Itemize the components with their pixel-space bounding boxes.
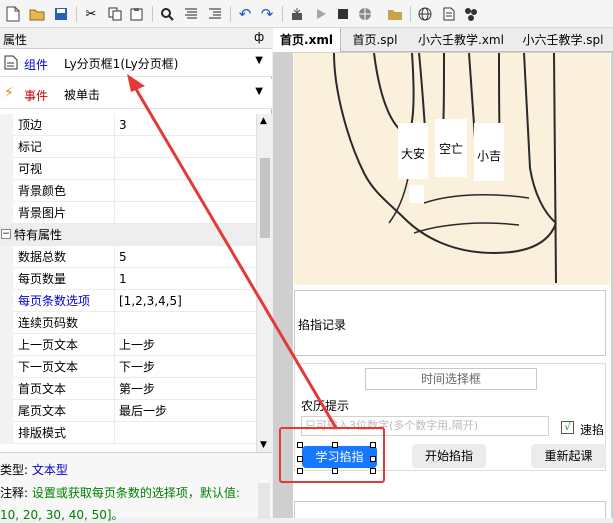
description-panel: 类型: 文本型 注释: 设置或获取每页条数的选择项，默认值: 10, 20, 3… (0, 452, 272, 522)
event-label: 事件 (24, 89, 49, 103)
bottom-box (294, 501, 606, 518)
paste-icon[interactable] (128, 5, 146, 23)
tab-lesson-spl[interactable]: 小六壬教学.spl (515, 28, 611, 52)
palm-label-xiaoji: 小吉 (474, 123, 504, 181)
component-icon[interactable] (462, 5, 480, 23)
start-button[interactable]: 开始掐指 (412, 444, 486, 468)
property-row[interactable]: 顶边 3 (0, 114, 256, 136)
globe-debug-icon[interactable] (356, 5, 374, 23)
properties-title: 属性 (3, 33, 28, 47)
run-icon[interactable] (312, 5, 330, 23)
page-icon[interactable] (440, 5, 458, 23)
chevron-down-icon: ▼ (255, 55, 263, 66)
property-row[interactable]: 尾页文本 最后一步 (0, 400, 256, 422)
chevron-down-icon: ▼ (255, 86, 263, 97)
property-row[interactable]: 首页文本 第一步 (0, 378, 256, 400)
undo-icon[interactable]: ↶ (236, 5, 254, 23)
property-scrollbar[interactable]: ▲ ▼ (256, 114, 272, 452)
event-select[interactable]: 被单击 ▼ (60, 83, 268, 105)
time-picker[interactable]: 时间选择框 (365, 368, 537, 390)
copy-icon[interactable] (106, 5, 124, 23)
save-icon[interactable] (52, 5, 70, 23)
property-row[interactable]: 排版模式 (0, 422, 256, 444)
property-row-selected[interactable]: 每页条数选项 [1,2,3,4,5] (0, 290, 256, 312)
component-select-value: Ly分页框1(Ly分页框) (64, 56, 179, 71)
reset-button[interactable]: 重新起课 (531, 444, 606, 468)
format-icon[interactable] (206, 5, 224, 23)
property-grid: 顶边 3 标记 可视 背景颜色 背景图片 − 特有属性 数据总数 5 每页数量 1 每… (0, 114, 256, 452)
designer-panel: 首页.xml 首页.spl 小六壬教学.xml 小六壬教学.spl 大安 空亡 … (273, 28, 613, 518)
speed-label: 速掐 (580, 423, 605, 437)
tab-lesson-xml[interactable]: 小六壬教学.xml (411, 28, 511, 52)
property-row[interactable]: 下一页文本 下一步 (0, 356, 256, 378)
new-file-icon[interactable] (4, 5, 22, 23)
lunar-hint-label: 农历提示 (301, 399, 350, 413)
property-row[interactable]: 标记 (0, 136, 256, 158)
property-row[interactable]: 上一页文本 上一步 (0, 334, 256, 356)
scroll-down-icon[interactable]: ▼ (260, 440, 267, 450)
component-select[interactable]: Ly分页框1(Ly分页框) ▼ (60, 52, 268, 74)
toolbar: ✂ ↶ ↷ (0, 0, 613, 28)
tab-home-spl[interactable]: 首页.spl (343, 28, 407, 52)
record-label: 掐指记录 (298, 318, 347, 332)
open-folder-icon[interactable] (28, 5, 46, 23)
redo-icon[interactable]: ↷ (258, 5, 276, 23)
property-row[interactable]: 连续页码数 (0, 312, 256, 334)
property-row[interactable]: 可视 (0, 158, 256, 180)
properties-panel: 属性 ф 组件 Ly分页框1(Ly分页框) ▼ ⚡ 事件 被单击 ▼ 顶边 3 标… (0, 28, 272, 522)
palm-label-daan: 大安 (398, 123, 428, 179)
tab-home-xml[interactable]: 首页.xml (273, 28, 341, 52)
collapse-icon[interactable]: − (1, 229, 11, 239)
properties-header: 属性 ф (0, 28, 272, 49)
event-row: ⚡ 事件 被单击 ▼ (0, 79, 272, 109)
scroll-thumb[interactable] (260, 158, 270, 238)
property-row[interactable]: 背景颜色 (0, 180, 256, 202)
stop-icon[interactable] (334, 5, 352, 23)
speed-checkbox[interactable]: √ (561, 421, 574, 434)
cut-icon[interactable]: ✂ (82, 5, 100, 23)
note-value: 设置或获取每页条数的选择项，默认值: (31, 486, 240, 500)
record-box: 掐指记录 (294, 290, 606, 356)
folder-icon[interactable] (386, 5, 404, 23)
scroll-up-icon[interactable]: ▲ (260, 116, 267, 126)
type-label: 类型: (0, 463, 29, 477)
palm-image: 大安 空亡 小吉 (294, 53, 610, 285)
build-icon[interactable] (288, 5, 306, 23)
event-select-value: 被单击 (64, 87, 101, 102)
pin-icon[interactable]: ф (254, 30, 264, 44)
find-icon[interactable] (158, 5, 176, 23)
component-icon (4, 55, 18, 73)
component-label: 组件 (24, 58, 49, 72)
property-row[interactable]: 数据总数 5 (0, 246, 256, 268)
lightning-icon: ⚡ (4, 85, 14, 101)
web-icon[interactable] (416, 5, 434, 23)
palm-label-kongwang: 空亡 (435, 119, 467, 177)
palm-label-blank (409, 185, 424, 203)
highlight-box (279, 427, 385, 483)
description-scrollbar[interactable] (258, 483, 270, 519)
document-tabs: 首页.xml 首页.spl 小六壬教学.xml 小六壬教学.spl (273, 28, 613, 52)
category-special[interactable]: − 特有属性 (0, 224, 256, 246)
property-row[interactable]: 背景图片 (0, 202, 256, 224)
note-label: 注释: (0, 486, 29, 500)
property-row[interactable]: 每页数量 1 (0, 268, 256, 290)
component-row: 组件 Ly分页框1(Ly分页框) ▼ (0, 49, 272, 77)
type-value: 文本型 (31, 463, 68, 477)
align-icon[interactable] (182, 5, 200, 23)
note-value-cont: 10, 20, 30, 40, 50]。 (0, 508, 124, 522)
